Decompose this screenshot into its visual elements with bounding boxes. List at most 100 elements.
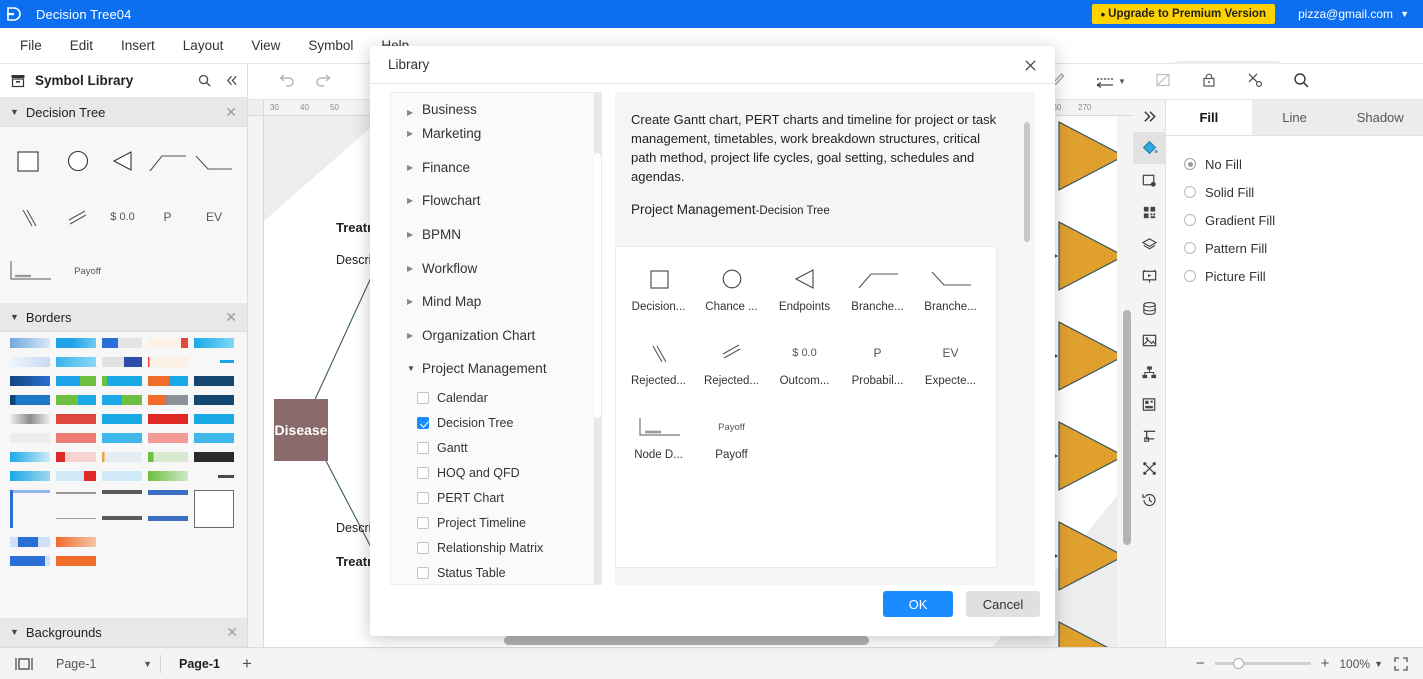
account-email[interactable]: pizza@gmail.com	[1298, 0, 1393, 28]
tools-icon[interactable]	[1246, 71, 1264, 92]
history-icon[interactable]	[1133, 484, 1166, 516]
symbol-probability[interactable]: P Probabil...	[841, 331, 914, 405]
border-thumb[interactable]	[102, 490, 142, 528]
expand-icon[interactable]	[1133, 100, 1166, 132]
border-thumb[interactable]	[148, 357, 188, 367]
border-thumb[interactable]	[194, 490, 234, 528]
database-icon[interactable]	[1133, 292, 1166, 324]
border-thumb[interactable]	[194, 338, 234, 348]
image-icon[interactable]	[1133, 324, 1166, 356]
grid-icon[interactable]	[1133, 196, 1166, 228]
orgchart-icon[interactable]	[1133, 356, 1166, 388]
tab-fill[interactable]: Fill	[1166, 100, 1252, 135]
page-tab-page-1[interactable]: Page-1	[179, 657, 220, 671]
page-view-icon[interactable]	[14, 656, 34, 672]
border-thumb[interactable]	[10, 376, 50, 386]
shuffle-icon[interactable]	[1133, 452, 1166, 484]
page-select[interactable]: Page-1 ▼	[56, 657, 152, 671]
canvas-hscroll-thumb[interactable]	[504, 636, 869, 645]
symbol-outcome[interactable]: $ 0.0 Outcom...	[768, 331, 841, 405]
border-thumb[interactable]	[56, 357, 96, 367]
tab-shadow[interactable]: Shadow	[1337, 100, 1423, 135]
category-project-management[interactable]: ▼ Project Management	[391, 352, 601, 386]
preview-scrollbar-thumb[interactable]	[1024, 122, 1030, 242]
shape-branch-down[interactable]	[190, 135, 238, 187]
border-thumb[interactable]	[10, 490, 50, 528]
symbol-endpoints[interactable]: Endpoints	[768, 257, 841, 331]
category-scrollbar-track[interactable]	[594, 93, 601, 584]
close-icon[interactable]	[1019, 54, 1041, 76]
checkbox-project-timeline[interactable]	[417, 517, 429, 530]
border-thumb[interactable]	[10, 471, 50, 481]
border-thumb[interactable]	[102, 338, 142, 348]
checkbox-calendar[interactable]	[417, 392, 429, 405]
fill-icon[interactable]	[1133, 132, 1166, 164]
sidebar-group-close-icon-backgrounds[interactable]: ✕	[226, 624, 238, 641]
border-thumb[interactable]	[148, 452, 188, 462]
border-thumb[interactable]	[10, 452, 50, 462]
border-thumb[interactable]	[56, 414, 96, 424]
symbol-rejected-double[interactable]: Rejected...	[695, 331, 768, 405]
menu-item-insert[interactable]: Insert	[107, 28, 169, 64]
zoom-slider[interactable]	[1214, 658, 1311, 669]
border-thumb[interactable]	[102, 452, 142, 462]
border-thumb[interactable]	[148, 338, 188, 348]
border-thumb[interactable]	[56, 433, 96, 443]
comment-icon[interactable]	[1154, 71, 1172, 92]
align-icon[interactable]	[1133, 420, 1166, 452]
radio-no-fill[interactable]	[1184, 158, 1196, 170]
category-organization-chart[interactable]: ▶ Organization Chart	[391, 319, 601, 353]
zoom-out-button[interactable]: −	[1196, 656, 1205, 671]
border-thumb[interactable]	[148, 395, 188, 405]
border-thumb[interactable]	[148, 414, 188, 424]
shape-payoff[interactable]: Payoff	[60, 245, 115, 297]
border-thumb[interactable]	[194, 471, 234, 481]
symbol-branches-up[interactable]: Branche...	[841, 257, 914, 331]
border-thumb[interactable]	[194, 452, 234, 462]
fill-option-picture-fill[interactable]: Picture Fill	[1184, 262, 1423, 290]
sidebar-group-close-icon-borders[interactable]: ✕	[225, 309, 237, 326]
redo-icon[interactable]	[314, 70, 332, 91]
shape-branch-up[interactable]	[145, 135, 190, 187]
border-thumb[interactable]	[194, 433, 234, 443]
category-marketing[interactable]: ▶ Marketing	[391, 117, 601, 151]
layers-icon[interactable]	[1133, 228, 1166, 260]
border-thumb[interactable]	[148, 433, 188, 443]
fill-option-no-fill[interactable]: No Fill	[1184, 150, 1423, 178]
shape-endpoints[interactable]	[100, 135, 145, 187]
category-pane[interactable]: ▶ Business ▶ Marketing ▶ Finance ▶ Flowc…	[390, 92, 602, 585]
border-thumb[interactable]	[102, 376, 142, 386]
border-thumb[interactable]	[102, 395, 142, 405]
menu-item-layout[interactable]: Layout	[169, 28, 238, 64]
category-business[interactable]: ▶ Business	[391, 95, 601, 117]
border-thumb[interactable]	[10, 414, 50, 424]
shape-decision-node[interactable]	[0, 135, 55, 187]
subcategory-hoq-and-qfd[interactable]: HOQ and QFD	[391, 461, 601, 486]
floorplan-icon[interactable]	[1133, 388, 1166, 420]
category-scrollbar-thumb[interactable]	[594, 153, 601, 418]
upgrade-premium-button[interactable]: • Upgrade to Premium Version	[1091, 4, 1275, 24]
sidebar-group-decision-tree[interactable]: ▼ Decision Tree ✕	[0, 98, 247, 127]
sidebar-collapse-icon[interactable]	[224, 73, 239, 88]
border-thumb[interactable]	[194, 395, 234, 405]
presentation-icon[interactable]	[1133, 260, 1166, 292]
shape-probability[interactable]: P	[145, 191, 190, 243]
radio-picture-fill[interactable]	[1184, 270, 1196, 282]
shape-rejected-double[interactable]	[55, 191, 100, 243]
category-bpmn[interactable]: ▶ BPMN	[391, 218, 601, 252]
border-thumb[interactable]	[56, 338, 96, 348]
ok-button[interactable]: OK	[883, 591, 953, 617]
sidebar-group-close-icon[interactable]: ✕	[225, 104, 237, 121]
fill-option-gradient-fill[interactable]: Gradient Fill	[1184, 206, 1423, 234]
connector-icon[interactable]: ▼	[1094, 73, 1126, 91]
border-thumb[interactable]	[10, 395, 50, 405]
border-thumb[interactable]	[56, 537, 96, 547]
border-thumb[interactable]	[148, 471, 188, 481]
border-thumb[interactable]	[10, 537, 50, 547]
sidebar-group-borders[interactable]: ▼ Borders ✕	[0, 303, 247, 332]
tab-line[interactable]: Line	[1251, 100, 1338, 135]
border-thumb[interactable]	[148, 490, 188, 528]
category-flowchart[interactable]: ▶ Flowchart	[391, 184, 601, 218]
canvas-vertical-scrollbar[interactable]	[1123, 310, 1131, 545]
border-thumb[interactable]	[10, 556, 50, 566]
